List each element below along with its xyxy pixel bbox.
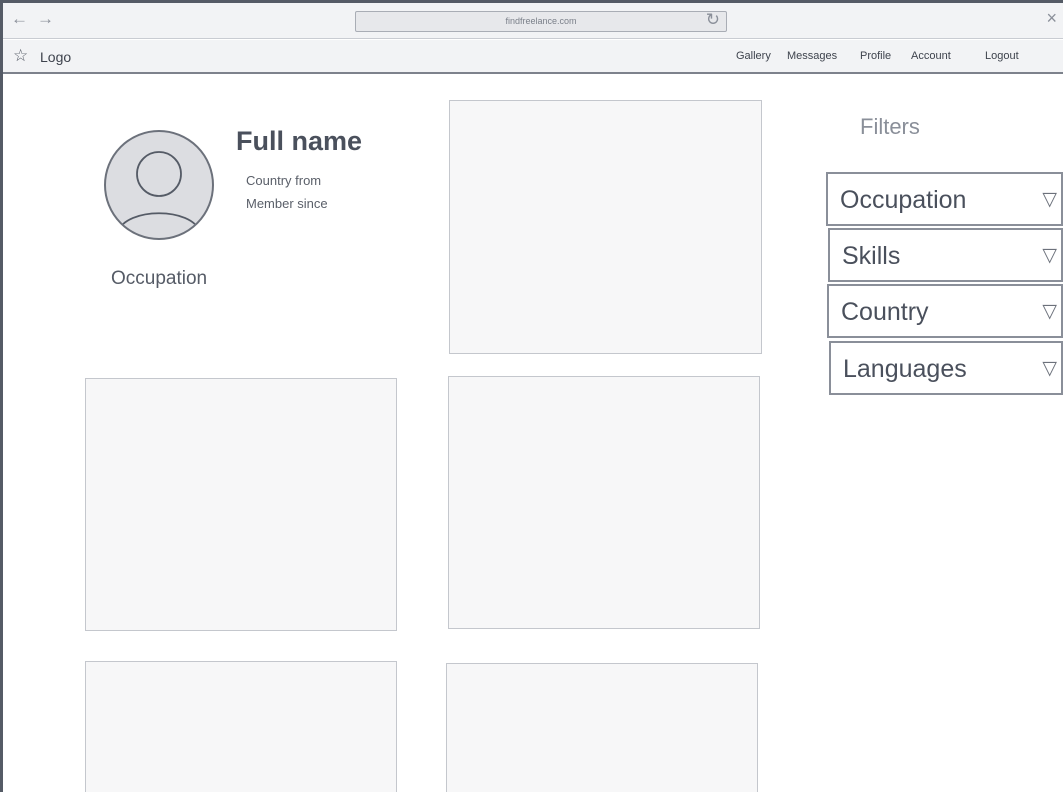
nav-link-profile[interactable]: Profile: [860, 50, 891, 62]
star-icon: ☆: [13, 46, 29, 65]
filter-country-dropdown[interactable]: Country ▽: [827, 284, 1063, 338]
filter-label: Country: [841, 298, 929, 326]
back-arrow-icon[interactable]: ←: [11, 9, 28, 29]
filter-languages-dropdown[interactable]: Languages ▽: [829, 341, 1063, 395]
user-silhouette-icon: [117, 151, 201, 233]
occupation-label: Occupation: [111, 268, 208, 289]
nav-link-gallery[interactable]: Gallery: [736, 50, 771, 62]
reload-icon[interactable]: ↻: [706, 10, 720, 30]
nav-link-messages[interactable]: Messages: [787, 50, 837, 62]
gallery-card-1[interactable]: [449, 100, 762, 354]
url-bar[interactable]: findfreelance.com ↻: [355, 10, 727, 32]
filter-skills-dropdown[interactable]: Skills ▽: [828, 228, 1063, 282]
filters-title: Filters: [860, 114, 920, 139]
forward-arrow-icon[interactable]: →: [37, 9, 54, 29]
filter-label: Skills: [842, 242, 901, 270]
chevron-down-icon: ▽: [1042, 301, 1057, 322]
nav-link-logout[interactable]: Logout: [985, 50, 1019, 62]
url-text: findfreelance.com: [505, 16, 577, 26]
logo[interactable]: Logo: [40, 49, 71, 65]
chevron-down-icon: ▽: [1042, 189, 1057, 210]
filter-label: Languages: [843, 355, 967, 383]
app-navbar: ☆ Logo Gallery Messages Profile Account …: [3, 40, 1063, 74]
browser-toolbar: ← → findfreelance.com ↻ ×: [3, 3, 1063, 39]
filter-occupation-dropdown[interactable]: Occupation ▽: [826, 172, 1063, 226]
gallery-card-4[interactable]: [85, 661, 397, 792]
chevron-down-icon: ▽: [1042, 245, 1057, 266]
country-from: Country from: [246, 173, 322, 188]
nav-link-account[interactable]: Account: [911, 50, 951, 62]
chevron-down-icon: ▽: [1042, 358, 1057, 379]
close-icon[interactable]: ×: [1046, 8, 1057, 28]
full-name: Full name: [236, 126, 363, 156]
gallery-card-5[interactable]: [446, 663, 758, 792]
gallery-card-2[interactable]: [85, 378, 397, 631]
filter-label: Occupation: [840, 186, 967, 214]
gallery-card-3[interactable]: [448, 376, 760, 629]
member-since: Member since: [246, 196, 328, 211]
avatar: [104, 130, 214, 240]
